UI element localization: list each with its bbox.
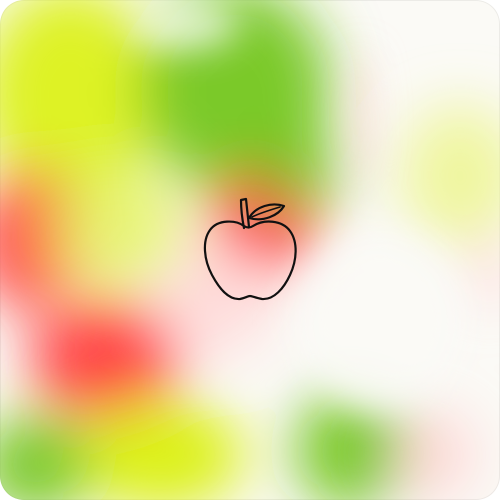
bg-highlight-right xyxy=(295,230,465,410)
bg-blob-pink-right xyxy=(465,235,500,305)
bg-blob-lime-right xyxy=(400,105,500,245)
bg-blob-green-bottom-left xyxy=(0,415,90,500)
bg-streak-pink xyxy=(348,50,372,190)
app-tile[interactable] xyxy=(0,0,500,500)
apple-icon xyxy=(203,197,297,301)
bg-blob-pink-bottom-right xyxy=(385,410,475,500)
bg-highlight-top xyxy=(130,0,240,50)
